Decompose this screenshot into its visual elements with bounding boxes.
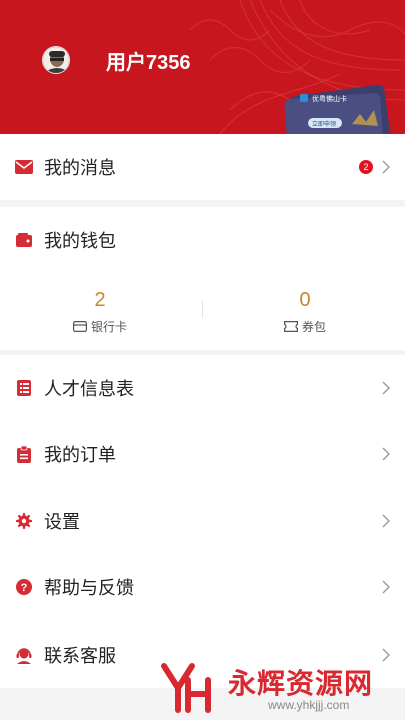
bank-card-icon xyxy=(72,321,87,332)
stat-divider xyxy=(202,300,203,318)
coupon-count: 0 xyxy=(299,289,311,311)
list-icon xyxy=(14,378,34,398)
svg-text:?: ? xyxy=(21,582,28,594)
chevron-right-icon xyxy=(382,447,390,461)
menu-item-orders[interactable]: 我的订单 xyxy=(0,421,405,487)
chevron-right-icon xyxy=(382,160,390,174)
promo-card[interactable]: 优粤佛山卡 立即申领 xyxy=(282,84,392,134)
chevron-right-icon xyxy=(382,580,390,594)
menu-label-messages: 我的消息 xyxy=(44,158,116,179)
watermark-url: www.yhkjjj.com xyxy=(268,698,350,712)
promo-card-title: 优粤佛山卡 xyxy=(312,94,347,103)
menu-item-messages[interactable]: 我的消息 2 xyxy=(0,134,405,200)
wallet-icon xyxy=(14,230,34,250)
watermark: 永辉资源网 www.yhkjjj.com xyxy=(158,660,398,716)
menu-item-help[interactable]: ? 帮助与反馈 xyxy=(0,554,405,620)
question-icon: ? xyxy=(14,577,34,597)
coupon-label: 券包 xyxy=(301,320,326,334)
bank-card-label: 银行卡 xyxy=(90,320,127,334)
username: 用户7356 xyxy=(106,52,191,74)
menu-label-help: 帮助与反馈 xyxy=(44,578,134,599)
menu-label-service: 联系客服 xyxy=(44,646,116,667)
coupon-icon xyxy=(283,321,298,332)
menu-item-wallet[interactable]: 我的钱包 xyxy=(0,207,405,273)
coupon-stat[interactable]: 0 券包 xyxy=(205,288,405,335)
mail-icon xyxy=(14,157,34,177)
bank-card-count: 2 xyxy=(94,289,106,311)
promo-card-button[interactable]: 立即申领 xyxy=(312,120,336,128)
headset-icon xyxy=(14,645,34,665)
chevron-right-icon xyxy=(382,514,390,528)
menu-label-orders: 我的订单 xyxy=(44,445,116,466)
menu-label-wallet: 我的钱包 xyxy=(44,231,116,252)
watermark-text: 永辉资源网 xyxy=(228,667,374,700)
profile-header: 用户7356 优粤佛山卡 立即申领 xyxy=(0,0,405,134)
clipboard-icon xyxy=(14,444,34,464)
messages-section: 我的消息 2 xyxy=(0,134,405,200)
avatar[interactable] xyxy=(42,46,70,74)
menu-label-talent-form: 人才信息表 xyxy=(44,379,134,400)
unread-badge: 2 xyxy=(359,160,373,174)
menu-item-settings[interactable]: 设置 xyxy=(0,488,405,554)
main-menu-section: 人才信息表 我的订单 设置 ? 帮助与反馈 联系客服 xyxy=(0,355,405,688)
menu-label-settings: 设置 xyxy=(44,512,80,533)
menu-item-talent-form[interactable]: 人才信息表 xyxy=(0,355,405,421)
watermark-logo xyxy=(161,663,211,713)
bank-card-stat[interactable]: 2 银行卡 xyxy=(0,288,200,335)
chevron-right-icon xyxy=(382,381,390,395)
gear-icon xyxy=(14,511,34,531)
